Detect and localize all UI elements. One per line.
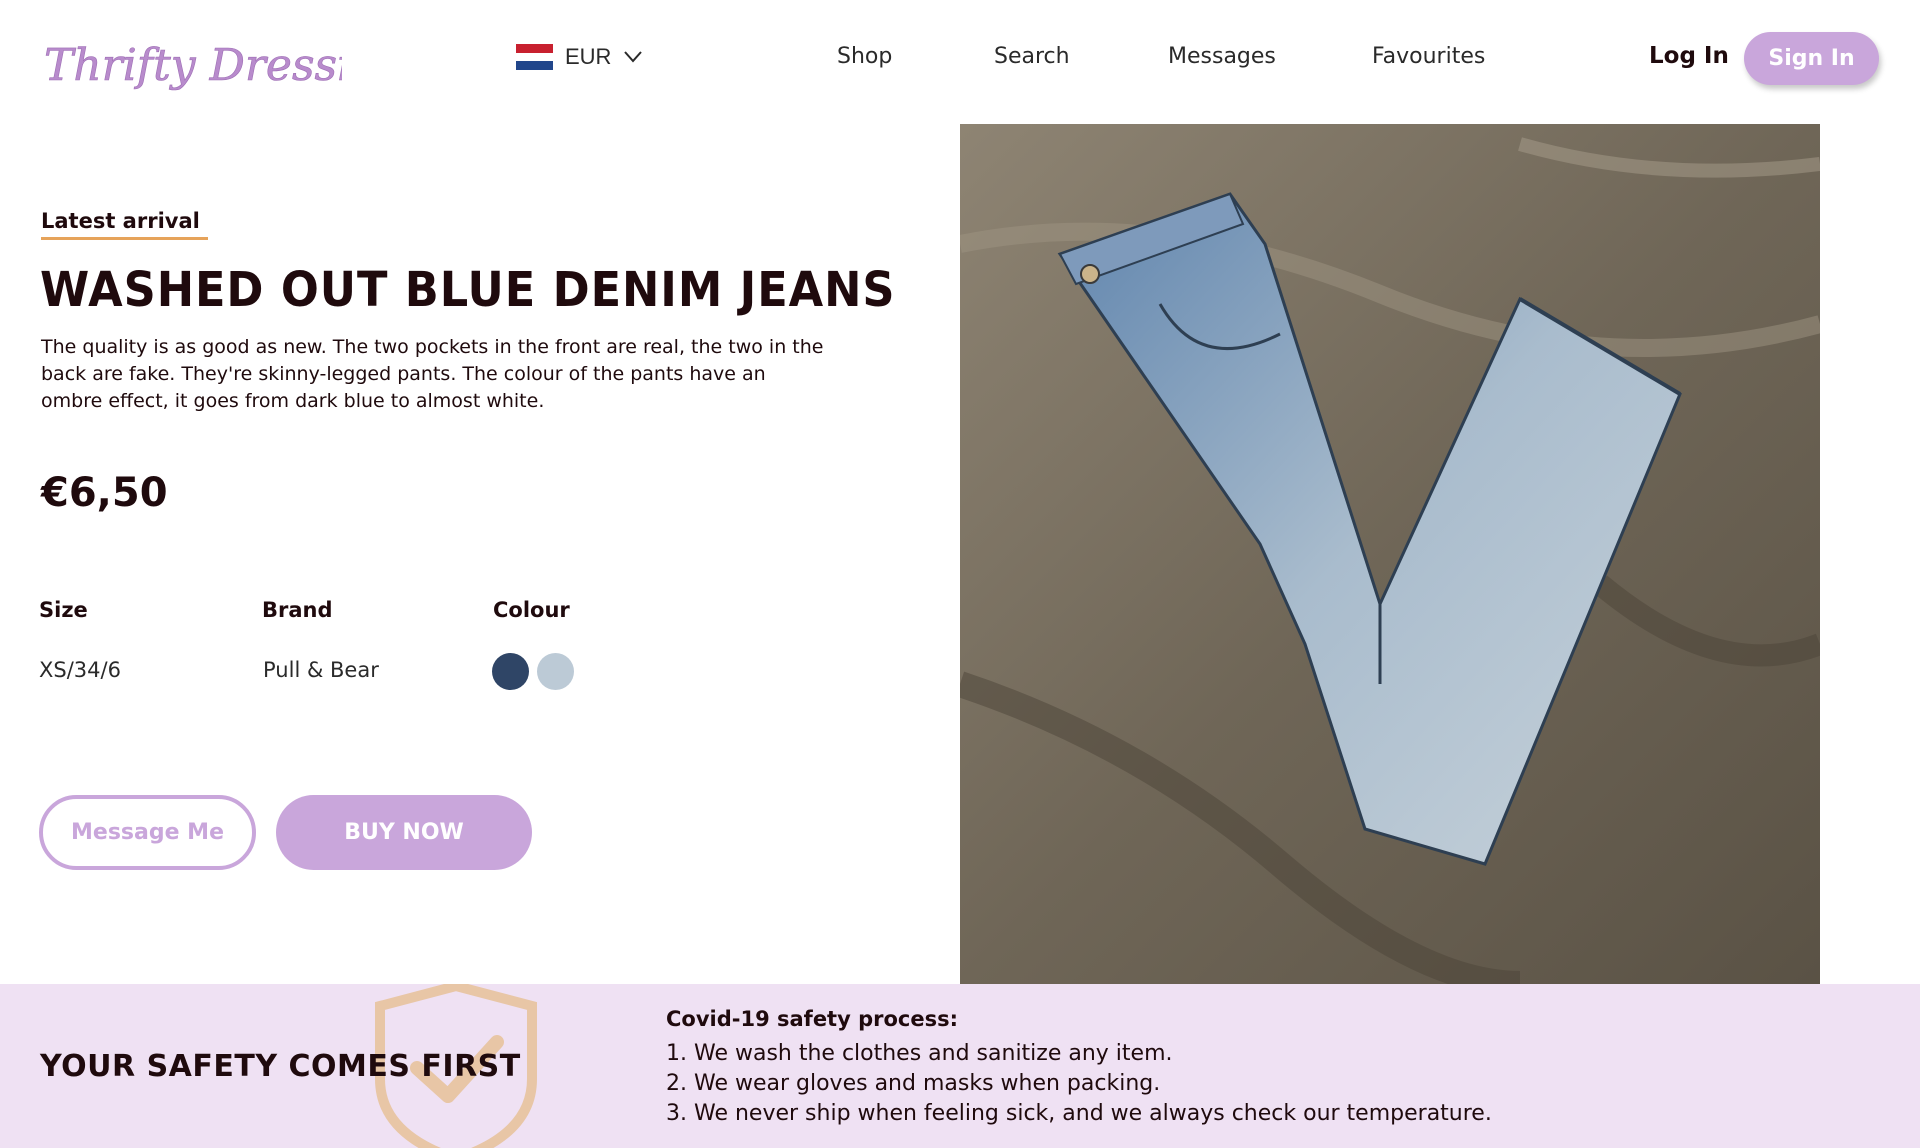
chevron-down-icon [624,51,643,63]
size-label: Size [39,598,88,622]
product-title: WASHED OUT BLUE DENIM JEANS [40,262,896,318]
login-link[interactable]: Log In [1649,43,1729,69]
message-me-button[interactable]: Message Me [39,795,256,870]
product-description: The quality is as good as new. The two p… [41,336,824,412]
covid-step: 1. We wash the clothes and sanitize any … [666,1041,1173,1066]
signin-button[interactable]: Sign In [1744,32,1879,85]
nav-favourites[interactable]: Favourites [1372,44,1485,69]
brand-value: Pull & Bear [263,658,379,682]
currency-label: EUR [565,44,612,69]
covid-step: 2. We wear gloves and masks when packing… [666,1071,1161,1096]
covid-process-list: 1. We wash the clothes and sanitize any … [666,1039,1492,1129]
currency-selector[interactable]: EUR [516,44,643,71]
covid-process-title: Covid-19 safety process: [666,1007,959,1031]
colour-label: Colour [493,598,570,622]
nav-search[interactable]: Search [994,44,1070,69]
colour-swatch-dark-blue[interactable] [492,653,529,690]
latest-arrival-tag: Latest arrival [41,209,208,240]
product-photo [960,124,1820,984]
thrifty-dressing-logo[interactable]: Thrifty Dressing [42,22,342,112]
netherlands-flag-icon [516,44,553,71]
size-value: XS/34/6 [39,658,121,682]
covid-step: 3. We never ship when feeling sick, and … [666,1101,1492,1126]
buy-now-button[interactable]: BUY NOW [276,795,532,870]
safety-title: YOUR SAFETY COMES FIRST [40,1049,521,1084]
colour-swatch-light-blue[interactable] [537,653,574,690]
nav-shop[interactable]: Shop [837,44,892,69]
nav-messages[interactable]: Messages [1168,44,1276,69]
brand-label: Brand [262,598,333,622]
logo-text: Thrifty Dressing [44,40,342,91]
product-price: €6,50 [41,470,168,516]
